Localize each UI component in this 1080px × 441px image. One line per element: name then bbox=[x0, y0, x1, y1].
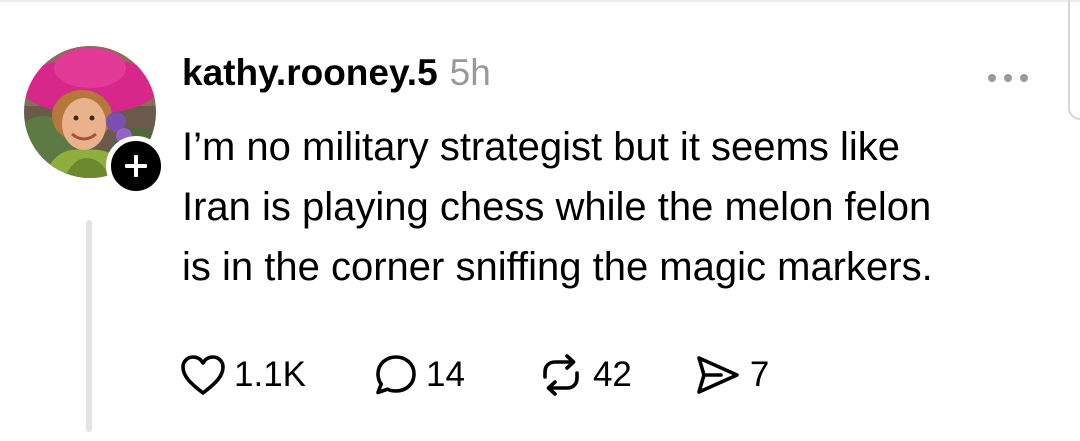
reply-count: 14 bbox=[426, 355, 465, 394]
follow-button[interactable] bbox=[106, 136, 166, 196]
plus-icon bbox=[125, 155, 147, 177]
reply-button[interactable]: 14 bbox=[374, 352, 465, 398]
scrollbar[interactable] bbox=[1068, 0, 1080, 120]
avatar-container[interactable] bbox=[24, 46, 166, 196]
more-options-button[interactable] bbox=[980, 60, 1036, 96]
repost-button[interactable]: 42 bbox=[537, 352, 632, 398]
post-timestamp[interactable]: 5h bbox=[450, 52, 491, 94]
post-actions: 1.1K 14 42 7 bbox=[180, 352, 769, 398]
repost-count: 42 bbox=[592, 355, 632, 394]
share-count: 7 bbox=[749, 355, 770, 394]
thread-line bbox=[86, 220, 92, 432]
post-header: kathy.rooney.5 5h bbox=[182, 52, 491, 100]
share-button[interactable]: 7 bbox=[694, 352, 769, 398]
heart-icon bbox=[180, 354, 226, 396]
repost-icon bbox=[537, 353, 585, 397]
post-body: I’m no military strategist but it seems … bbox=[182, 125, 933, 289]
like-button[interactable]: 1.1K bbox=[180, 352, 306, 398]
comment-icon bbox=[374, 353, 418, 397]
username-link[interactable]: kathy.rooney.5 bbox=[182, 52, 438, 94]
ellipsis-icon bbox=[988, 74, 1028, 82]
top-divider bbox=[0, 0, 1080, 2]
send-icon bbox=[694, 353, 742, 397]
like-count: 1.1K bbox=[234, 355, 306, 394]
